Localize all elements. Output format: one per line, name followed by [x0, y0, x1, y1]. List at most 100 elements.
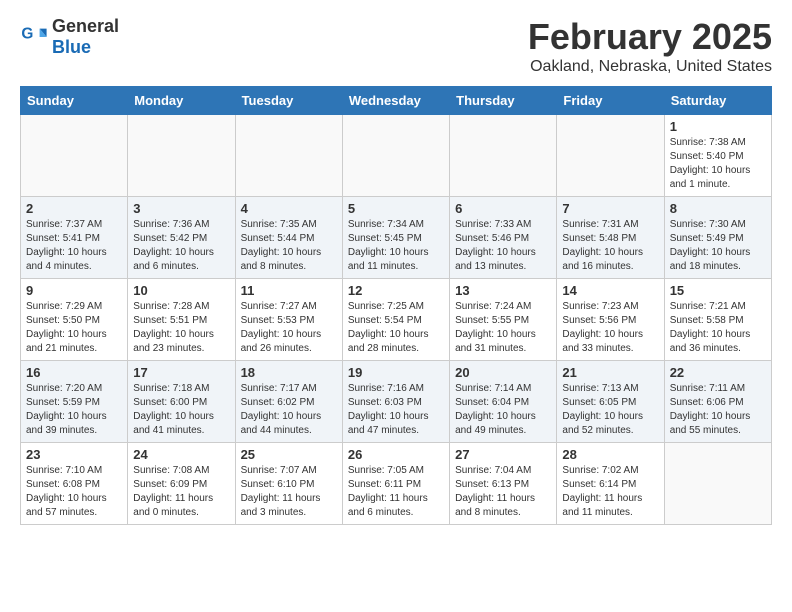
calendar-cell: 20Sunrise: 7:14 AM Sunset: 6:04 PM Dayli…	[450, 361, 557, 443]
calendar-cell	[128, 115, 235, 197]
day-info: Sunrise: 7:20 AM Sunset: 5:59 PM Dayligh…	[26, 382, 122, 438]
calendar-cell: 14Sunrise: 7:23 AM Sunset: 5:56 PM Dayli…	[557, 279, 664, 361]
calendar-row-1: 1 Sunrise: 7:38 AM Sunset: 5:40 PM Daylig…	[21, 115, 772, 197]
day-info: Sunrise: 7:36 AM Sunset: 5:42 PM Dayligh…	[133, 218, 229, 274]
day-number: 28	[562, 447, 658, 462]
calendar-cell: 27Sunrise: 7:04 AM Sunset: 6:13 PM Dayli…	[450, 443, 557, 525]
day-number: 10	[133, 283, 229, 298]
col-sunday: Sunday	[21, 87, 128, 115]
calendar-table: Sunday Monday Tuesday Wednesday Thursday…	[20, 86, 772, 525]
subtitle: Oakland, Nebraska, United States	[528, 58, 772, 76]
calendar-cell: 3 Sunrise: 7:36 AM Sunset: 5:42 PM Daylig…	[128, 197, 235, 279]
day-number: 11	[241, 283, 337, 298]
calendar-cell	[21, 115, 128, 197]
day-info: Sunrise: 7:27 AM Sunset: 5:53 PM Dayligh…	[241, 300, 337, 356]
logo-blue: Blue	[52, 37, 91, 57]
calendar-cell: 2 Sunrise: 7:37 AM Sunset: 5:41 PM Daylig…	[21, 197, 128, 279]
calendar-cell: 9 Sunrise: 7:29 AM Sunset: 5:50 PM Daylig…	[21, 279, 128, 361]
day-number: 15	[670, 283, 766, 298]
day-info: Sunrise: 7:08 AM Sunset: 6:09 PM Dayligh…	[133, 464, 229, 520]
day-info: Sunrise: 7:02 AM Sunset: 6:14 PM Dayligh…	[562, 464, 658, 520]
day-info: Sunrise: 7:38 AM Sunset: 5:40 PM Dayligh…	[670, 136, 766, 192]
calendar-header-row: Sunday Monday Tuesday Wednesday Thursday…	[21, 87, 772, 115]
col-monday: Monday	[128, 87, 235, 115]
calendar-cell: 24 Sunrise: 7:08 AM Sunset: 6:09 PM Dayli…	[128, 443, 235, 525]
day-number: 8	[670, 201, 766, 216]
day-number: 9	[26, 283, 122, 298]
calendar-row-4: 16 Sunrise: 7:20 AM Sunset: 5:59 PM Dayli…	[21, 361, 772, 443]
day-info: Sunrise: 7:16 AM Sunset: 6:03 PM Dayligh…	[348, 382, 444, 438]
calendar-cell: 1 Sunrise: 7:38 AM Sunset: 5:40 PM Daylig…	[664, 115, 771, 197]
day-info: Sunrise: 7:13 AM Sunset: 6:05 PM Dayligh…	[562, 382, 658, 438]
main-title: February 2025	[528, 16, 772, 58]
day-number: 16	[26, 365, 122, 380]
day-info: Sunrise: 7:25 AM Sunset: 5:54 PM Dayligh…	[348, 300, 444, 356]
calendar-cell: 21 Sunrise: 7:13 AM Sunset: 6:05 PM Dayli…	[557, 361, 664, 443]
title-block: February 2025 Oakland, Nebraska, United …	[528, 16, 772, 76]
col-wednesday: Wednesday	[342, 87, 449, 115]
calendar-cell	[342, 115, 449, 197]
day-info: Sunrise: 7:24 AM Sunset: 5:55 PM Dayligh…	[455, 300, 551, 356]
logo-general: General	[52, 16, 119, 36]
col-saturday: Saturday	[664, 87, 771, 115]
calendar-cell: 8Sunrise: 7:30 AM Sunset: 5:49 PM Daylig…	[664, 197, 771, 279]
calendar-cell: 23 Sunrise: 7:10 AM Sunset: 6:08 PM Dayli…	[21, 443, 128, 525]
day-number: 13	[455, 283, 551, 298]
day-number: 4	[241, 201, 337, 216]
day-info: Sunrise: 7:07 AM Sunset: 6:10 PM Dayligh…	[241, 464, 337, 520]
calendar-cell	[450, 115, 557, 197]
col-tuesday: Tuesday	[235, 87, 342, 115]
col-friday: Friday	[557, 87, 664, 115]
calendar-cell: 10 Sunrise: 7:28 AM Sunset: 5:51 PM Dayli…	[128, 279, 235, 361]
day-info: Sunrise: 7:31 AM Sunset: 5:48 PM Dayligh…	[562, 218, 658, 274]
calendar-cell: 12 Sunrise: 7:25 AM Sunset: 5:54 PM Dayli…	[342, 279, 449, 361]
day-info: Sunrise: 7:37 AM Sunset: 5:41 PM Dayligh…	[26, 218, 122, 274]
day-number: 21	[562, 365, 658, 380]
day-info: Sunrise: 7:28 AM Sunset: 5:51 PM Dayligh…	[133, 300, 229, 356]
calendar-cell: 19 Sunrise: 7:16 AM Sunset: 6:03 PM Dayli…	[342, 361, 449, 443]
calendar-row-5: 23 Sunrise: 7:10 AM Sunset: 6:08 PM Dayli…	[21, 443, 772, 525]
day-number: 12	[348, 283, 444, 298]
day-number: 20	[455, 365, 551, 380]
calendar-row-2: 2 Sunrise: 7:37 AM Sunset: 5:41 PM Daylig…	[21, 197, 772, 279]
day-number: 23	[26, 447, 122, 462]
calendar-cell	[664, 443, 771, 525]
calendar-row-3: 9 Sunrise: 7:29 AM Sunset: 5:50 PM Daylig…	[21, 279, 772, 361]
calendar-cell: 13 Sunrise: 7:24 AM Sunset: 5:55 PM Dayli…	[450, 279, 557, 361]
page: G General Blue February 2025 Oakland, Ne…	[0, 0, 792, 612]
day-number: 26	[348, 447, 444, 462]
calendar-cell: 16 Sunrise: 7:20 AM Sunset: 5:59 PM Dayli…	[21, 361, 128, 443]
calendar-cell: 11 Sunrise: 7:27 AM Sunset: 5:53 PM Dayli…	[235, 279, 342, 361]
day-number: 25	[241, 447, 337, 462]
day-number: 3	[133, 201, 229, 216]
day-info: Sunrise: 7:10 AM Sunset: 6:08 PM Dayligh…	[26, 464, 122, 520]
calendar-cell: 6Sunrise: 7:33 AM Sunset: 5:46 PM Daylig…	[450, 197, 557, 279]
day-info: Sunrise: 7:21 AM Sunset: 5:58 PM Dayligh…	[670, 300, 766, 356]
day-info: Sunrise: 7:04 AM Sunset: 6:13 PM Dayligh…	[455, 464, 551, 520]
calendar-cell: 15 Sunrise: 7:21 AM Sunset: 5:58 PM Dayli…	[664, 279, 771, 361]
calendar-cell	[557, 115, 664, 197]
header: G General Blue February 2025 Oakland, Ne…	[20, 16, 772, 76]
day-info: Sunrise: 7:34 AM Sunset: 5:45 PM Dayligh…	[348, 218, 444, 274]
calendar-cell	[235, 115, 342, 197]
day-info: Sunrise: 7:29 AM Sunset: 5:50 PM Dayligh…	[26, 300, 122, 356]
logo: G General Blue	[20, 16, 119, 58]
svg-text:G: G	[21, 25, 33, 42]
calendar-cell: 4 Sunrise: 7:35 AM Sunset: 5:44 PM Daylig…	[235, 197, 342, 279]
day-number: 24	[133, 447, 229, 462]
calendar-cell: 25 Sunrise: 7:07 AM Sunset: 6:10 PM Dayli…	[235, 443, 342, 525]
day-number: 17	[133, 365, 229, 380]
day-number: 7	[562, 201, 658, 216]
calendar-cell: 5Sunrise: 7:34 AM Sunset: 5:45 PM Daylig…	[342, 197, 449, 279]
calendar-cell: 7 Sunrise: 7:31 AM Sunset: 5:48 PM Daylig…	[557, 197, 664, 279]
day-info: Sunrise: 7:18 AM Sunset: 6:00 PM Dayligh…	[133, 382, 229, 438]
day-number: 19	[348, 365, 444, 380]
day-number: 2	[26, 201, 122, 216]
day-info: Sunrise: 7:35 AM Sunset: 5:44 PM Dayligh…	[241, 218, 337, 274]
day-info: Sunrise: 7:33 AM Sunset: 5:46 PM Dayligh…	[455, 218, 551, 274]
calendar-cell: 22Sunrise: 7:11 AM Sunset: 6:06 PM Dayli…	[664, 361, 771, 443]
day-number: 1	[670, 119, 766, 134]
calendar-cell: 26Sunrise: 7:05 AM Sunset: 6:11 PM Dayli…	[342, 443, 449, 525]
calendar-cell: 18Sunrise: 7:17 AM Sunset: 6:02 PM Dayli…	[235, 361, 342, 443]
logo-icon: G	[20, 23, 48, 51]
